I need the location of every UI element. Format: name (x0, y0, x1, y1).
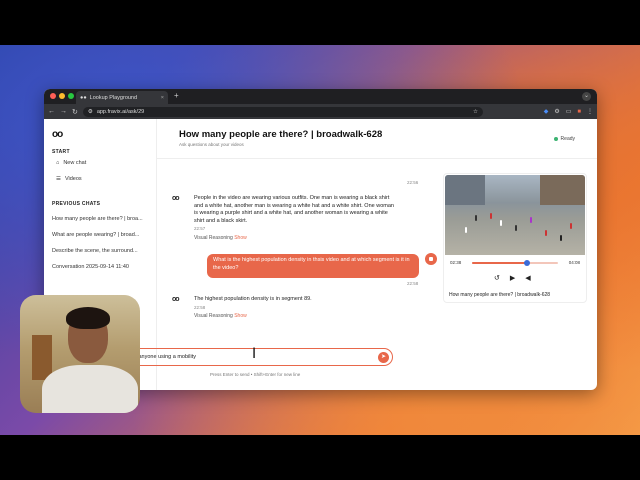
chat-history-item[interactable]: Describe the scene, the surround... (52, 243, 148, 259)
list-icon: ☰ (56, 176, 61, 182)
page-header: How many people are there? | broadwalk-6… (157, 119, 597, 159)
sidebar-item-label: Videos (64, 176, 82, 182)
favicon-icon: ●● (80, 94, 87, 101)
maximize-window-button[interactable] (68, 93, 74, 99)
video-scene-building (540, 175, 585, 205)
send-button[interactable]: ➤ (378, 352, 389, 363)
chat-history-item[interactable]: Conversation 2025-09-14 11:40 (52, 259, 148, 275)
seek-handle[interactable] (524, 260, 531, 266)
status-text: Ready (560, 136, 575, 142)
profile-avatar[interactable]: ■ (577, 109, 581, 115)
text-cursor-icon: I (252, 346, 257, 362)
assistant-avatar-icon: oo (172, 296, 180, 303)
tab-title: Lookup Playground (89, 94, 138, 101)
message-text: What is the highest population density i… (213, 257, 410, 271)
status-badge: Ready (553, 136, 575, 142)
chat-history-item[interactable]: What are people wearing? | broad... (52, 227, 148, 243)
video-scene-person (500, 220, 502, 226)
duration-time: 04:08 (568, 260, 580, 265)
show-reasoning-link[interactable]: Show (234, 235, 247, 241)
page-subtitle: Ask questions about your videos (179, 142, 244, 147)
bookmark-star-icon[interactable]: ☆ (473, 109, 478, 115)
cast-icon[interactable]: ▭ (566, 108, 572, 115)
message-timestamp: 22:57 (194, 226, 206, 231)
play-icon[interactable]: ▶ (510, 274, 515, 282)
message-text: People in the video are wearing various … (194, 195, 394, 224)
video-scene-person (570, 223, 572, 229)
webcam-background-door (32, 335, 52, 380)
chat-history-item[interactable]: How many people are there? | broa... (52, 211, 148, 227)
assistant-message: oo People in the video are wearing vario… (172, 195, 394, 242)
webcam-overlay (20, 295, 140, 413)
message-text: The highest population density is in seg… (194, 296, 312, 302)
video-timeline: 02:38 04:08 (450, 260, 580, 266)
video-scene-person (515, 225, 517, 231)
tab-bar: ●● Lookup Playground × + ⌄ (44, 89, 597, 104)
webcam-person-torso (42, 365, 138, 413)
menu-icon[interactable]: ⋮ (587, 108, 593, 115)
webcam-person-hair (66, 307, 110, 329)
video-scene-person (530, 217, 532, 223)
video-scene-person (545, 230, 547, 236)
section-previous-chats: PREVIOUS CHATS (52, 201, 101, 207)
current-time: 02:38 (450, 260, 462, 265)
browser-tab[interactable]: ●● Lookup Playground × (76, 91, 168, 104)
url-text: app.fravix.ai/ask/29 (96, 108, 145, 115)
visual-reasoning-label: Visual Reasoning (194, 234, 233, 241)
extension-icon[interactable]: ⚙ (554, 108, 559, 115)
show-reasoning-link[interactable]: Show (234, 313, 247, 319)
window-controls (50, 93, 74, 99)
video-scene-building (445, 175, 485, 205)
message-timestamp: 22:58 (407, 281, 419, 286)
video-caption: How many people are there? | broadwalk-6… (449, 292, 551, 298)
logo[interactable]: oo (52, 129, 148, 140)
reload-icon[interactable]: ↻ (72, 108, 78, 116)
extension-icon[interactable]: ◆ (544, 108, 549, 115)
assistant-message: oo The highest population density is in … (172, 296, 394, 321)
input-hint: Press Enter to send • Shift+Enter for ne… (210, 372, 301, 377)
visual-reasoning: Visual Reasoning Show (194, 235, 394, 243)
video-scene-person (475, 215, 477, 221)
replay-icon[interactable]: ↺ (494, 274, 500, 282)
seek-bar[interactable] (472, 260, 558, 266)
page-title: How many people are there? | broadwalk-6… (179, 129, 383, 140)
tab-close-icon[interactable]: × (161, 95, 164, 101)
seek-progress (472, 262, 528, 264)
sidebar-item-label: New chat (63, 160, 87, 166)
video-player-card: 02:38 04:08 ↺ ▶ ◀ How many people are th… (443, 173, 587, 303)
status-dot-icon (553, 137, 558, 141)
home-icon: ⌂ (56, 160, 60, 166)
sidebar-item-videos[interactable]: ☰ Videos (52, 171, 148, 187)
assistant-avatar-icon: oo (172, 195, 180, 202)
new-tab-button[interactable]: + (174, 91, 179, 100)
chat-input[interactable]: is anyone using a mobility ➤ (126, 348, 393, 366)
browser-toolbar: ← → ↻ ⚙ app.fravix.ai/ask/29 ☆ ◆ ⚙ ▭ ■ ⋮ (44, 104, 597, 119)
volume-icon[interactable]: ◀ (525, 274, 530, 282)
forward-icon[interactable]: → (60, 108, 67, 115)
user-message: What is the highest population density i… (207, 254, 419, 278)
video-scene-person (560, 235, 562, 241)
stop-button[interactable] (425, 253, 437, 265)
video-controls: ↺ ▶ ◀ (494, 274, 531, 282)
address-bar[interactable]: ⚙ app.fravix.ai/ask/29 ☆ (82, 106, 483, 117)
visual-reasoning: Visual Reasoning Show (194, 313, 394, 321)
sidebar-item-new-chat[interactable]: ⌂ New chat (52, 155, 148, 171)
message-timestamp: 22:56 (407, 180, 419, 185)
video-scene-person (490, 213, 492, 219)
video-frame[interactable] (445, 175, 585, 255)
site-info-icon[interactable]: ⚙ (88, 109, 93, 115)
close-window-button[interactable] (50, 93, 56, 99)
minimize-window-button[interactable] (59, 93, 65, 99)
back-icon[interactable]: ← (48, 108, 55, 115)
chat-input-value: is anyone using a mobility (133, 354, 196, 360)
visual-reasoning-label: Visual Reasoning (194, 313, 233, 319)
message-timestamp: 22:58 (194, 304, 206, 310)
tab-search-icon[interactable]: ⌄ (582, 92, 591, 101)
video-scene-person (465, 227, 467, 233)
